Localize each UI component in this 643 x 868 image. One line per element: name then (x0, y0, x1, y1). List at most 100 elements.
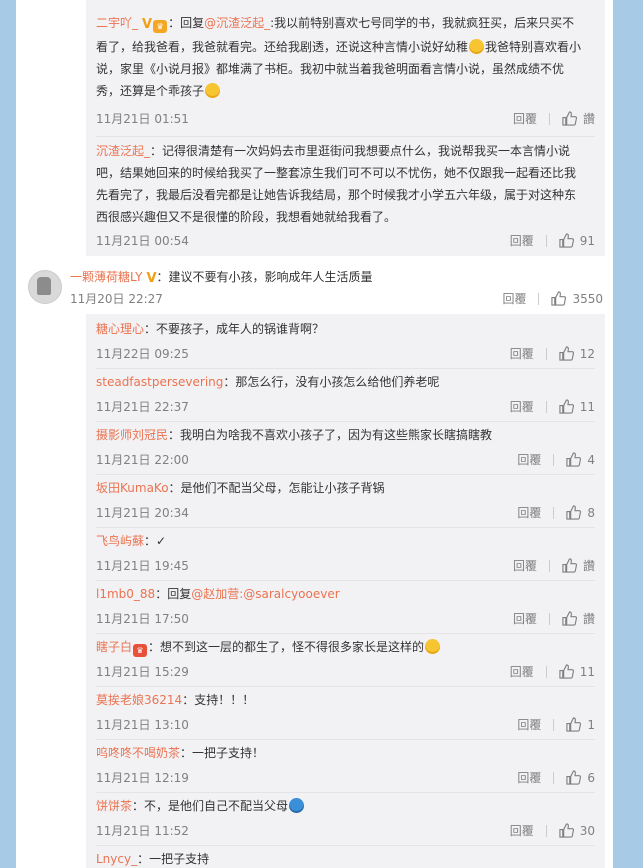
comment-panel: 二宇吖_ V ♛ ：回复@沉渣泛起_:我以前特别喜欢七号同学的书，我就疯狂买，后来只买… (16, 0, 613, 868)
like-count: 讚 (582, 559, 595, 573)
like-button[interactable]: 91 (559, 233, 595, 248)
like-button[interactable]: 11 (559, 664, 595, 679)
like-button[interactable]: 4 (566, 452, 595, 467)
thumbs-up-icon (559, 233, 574, 248)
like-count: 3550 (572, 291, 603, 306)
timestamp: 11月21日 19:45 (96, 559, 189, 573)
like-button[interactable]: 6 (566, 770, 595, 785)
reply-thread-top: 二宇吖_ V ♛ ：回复@沉渣泛起_:我以前特别喜欢七号同学的书，我就疯狂买，后来只买… (86, 0, 605, 256)
like-button[interactable]: 讚 (562, 557, 595, 574)
list-item: 糖心理心：不要孩子，成年人的锅谁背啊？ 11月22日 09:25 回覆 12 (96, 318, 595, 369)
commenter-name[interactable]: 糖心理心 (96, 322, 144, 336)
commenter-name[interactable]: 坂田KumaKo (96, 481, 169, 495)
thumbs-up-icon (566, 452, 582, 467)
emoji-icon (289, 798, 305, 813)
thumbs-up-icon (559, 823, 574, 838)
list-item: 坂田KumaKo：是他们不配当父母，怎能让小孩子背锅 11月21日 20:34 … (96, 477, 595, 528)
like-count: 6 (587, 770, 595, 785)
like-button[interactable]: 1 (566, 717, 595, 732)
reply-button[interactable]: 回覆 (513, 110, 537, 127)
thumbs-up-icon (562, 558, 577, 573)
like-count: 11 (579, 399, 595, 414)
like-count: 讚 (582, 612, 595, 626)
like-count: 11 (579, 664, 595, 679)
mention-link[interactable]: @赵加营:@saralcyooever (191, 587, 339, 601)
like-button[interactable]: 12 (559, 346, 595, 361)
like-count: 4 (587, 452, 595, 467)
comment-meta: 11月20日 22:27 回覆 3550 (70, 290, 603, 308)
thumbs-up-icon (559, 664, 574, 679)
list-item: 二宇吖_ V ♛ ：回复@沉渣泛起_:我以前特别喜欢七号同学的书，我就疯狂买，后来只买… (96, 12, 595, 137)
commenter-name[interactable]: Lnycy_ (96, 852, 137, 866)
commenter-name[interactable]: steadfastpersevering (96, 375, 223, 389)
thumbs-up-icon (551, 291, 567, 306)
timestamp: 11月22日 09:25 (96, 347, 189, 361)
vip-badge-icon: ♛ (133, 644, 148, 657)
grin-emoji-icon (469, 39, 485, 54)
vip-badge-icon: ♛ (153, 20, 168, 33)
commenter-name[interactable]: 呜咚咚不喝奶茶 (96, 746, 180, 760)
like-count: 30 (579, 823, 595, 838)
reply-button[interactable]: 回覆 (513, 610, 537, 627)
like-button[interactable]: 讚 (562, 610, 595, 627)
list-item: Lnycy_：一把子支持 (96, 852, 210, 866)
grin-emoji-icon (205, 83, 221, 98)
reply-thread: 糖心理心：不要孩子，成年人的锅谁背啊？ 11月22日 09:25 回覆 12 st… (86, 314, 605, 868)
grin-emoji-icon (425, 639, 441, 654)
reply-button[interactable]: 回覆 (517, 504, 541, 521)
thumbs-up-icon (566, 505, 582, 520)
commenter-name[interactable]: 飞鸟屿蘇 (96, 534, 144, 548)
timestamp: 11月21日 01:51 (96, 112, 189, 126)
commenter-name[interactable]: 饼饼茶 (96, 799, 132, 813)
thumbs-up-icon (562, 611, 577, 626)
list-item: 莫挨老娘36214：支持！！！ 11月21日 13:10 回覆 1 (96, 689, 595, 740)
timestamp: 11月21日 12:19 (96, 771, 189, 785)
timestamp: 11月21日 17:50 (96, 612, 189, 626)
like-count: 1 (587, 717, 595, 732)
thumbs-up-icon (559, 399, 574, 414)
commenter-name[interactable]: 沉渣泛起_ (96, 144, 150, 158)
commenter-name[interactable]: 二宇吖_ (96, 16, 138, 30)
verified-icon: V (142, 17, 153, 32)
reply-button[interactable]: 回覆 (510, 232, 534, 249)
reply-button[interactable]: 回覆 (517, 716, 541, 733)
list-item: 沉渣泛起_：记得很清楚有一次妈妈去市里逛街问我想要点什么，我说帮我买一本言情小说… (96, 144, 595, 250)
reply-button[interactable]: 回覆 (517, 769, 541, 786)
list-item: 飞鸟屿蘇：✓ 11月21日 19:45 回覆讚 (96, 530, 595, 581)
commenter-name[interactable]: 瞎子白 (96, 640, 132, 654)
reply-button[interactable]: 回覆 (510, 398, 534, 415)
commenter-name[interactable]: l1mb0_88 (96, 587, 155, 601)
like-button[interactable]: 8 (566, 505, 595, 520)
reply-button[interactable]: 回覆 (513, 557, 537, 574)
timestamp: 11月21日 22:37 (96, 400, 189, 414)
commenter-name[interactable]: 一颗薄荷糖LY (70, 270, 142, 284)
thumbs-up-icon (566, 770, 582, 785)
timestamp: 11月20日 22:27 (70, 292, 163, 306)
avatar[interactable] (28, 270, 62, 304)
like-button[interactable]: 11 (559, 399, 595, 414)
timestamp: 11月21日 22:00 (96, 453, 189, 467)
verified-icon: V (146, 271, 157, 286)
mention-link[interactable]: @沉渣泛起_ (204, 16, 270, 30)
timestamp: 11月21日 11:52 (96, 824, 189, 838)
comment-meta: 11月21日 00:54 回覆 91 (96, 232, 595, 250)
reply-button[interactable]: 回覆 (502, 290, 526, 307)
reply-button[interactable]: 回覆 (510, 345, 534, 362)
list-item: 摄影师刘冠民：我明白为啥我不喜欢小孩子了，因为有这些熊家长瞎搞瞎教 11月21日… (96, 424, 595, 475)
thumbs-up-icon (566, 717, 582, 732)
list-item: 饼饼茶：不，是他们自己不配当父母 11月21日 11:52 回覆 30 (96, 795, 595, 846)
thumbs-up-icon (562, 111, 577, 126)
like-button[interactable]: 30 (559, 823, 595, 838)
timestamp: 11月21日 15:29 (96, 665, 189, 679)
commenter-name[interactable]: 莫挨老娘36214 (96, 693, 182, 707)
timestamp: 11月21日 00:54 (96, 234, 189, 248)
commenter-name[interactable]: 摄影师刘冠民 (96, 428, 168, 442)
reply-button[interactable]: 回覆 (510, 822, 534, 839)
reply-button[interactable]: 回覆 (510, 663, 534, 680)
timestamp: 11月21日 20:34 (96, 506, 189, 520)
reply-button[interactable]: 回覆 (517, 451, 541, 468)
like-count: 讚 (582, 112, 595, 126)
timestamp: 11月21日 13:10 (96, 718, 189, 732)
like-button[interactable]: 讚 (562, 110, 595, 127)
like-button[interactable]: 3550 (551, 291, 603, 306)
